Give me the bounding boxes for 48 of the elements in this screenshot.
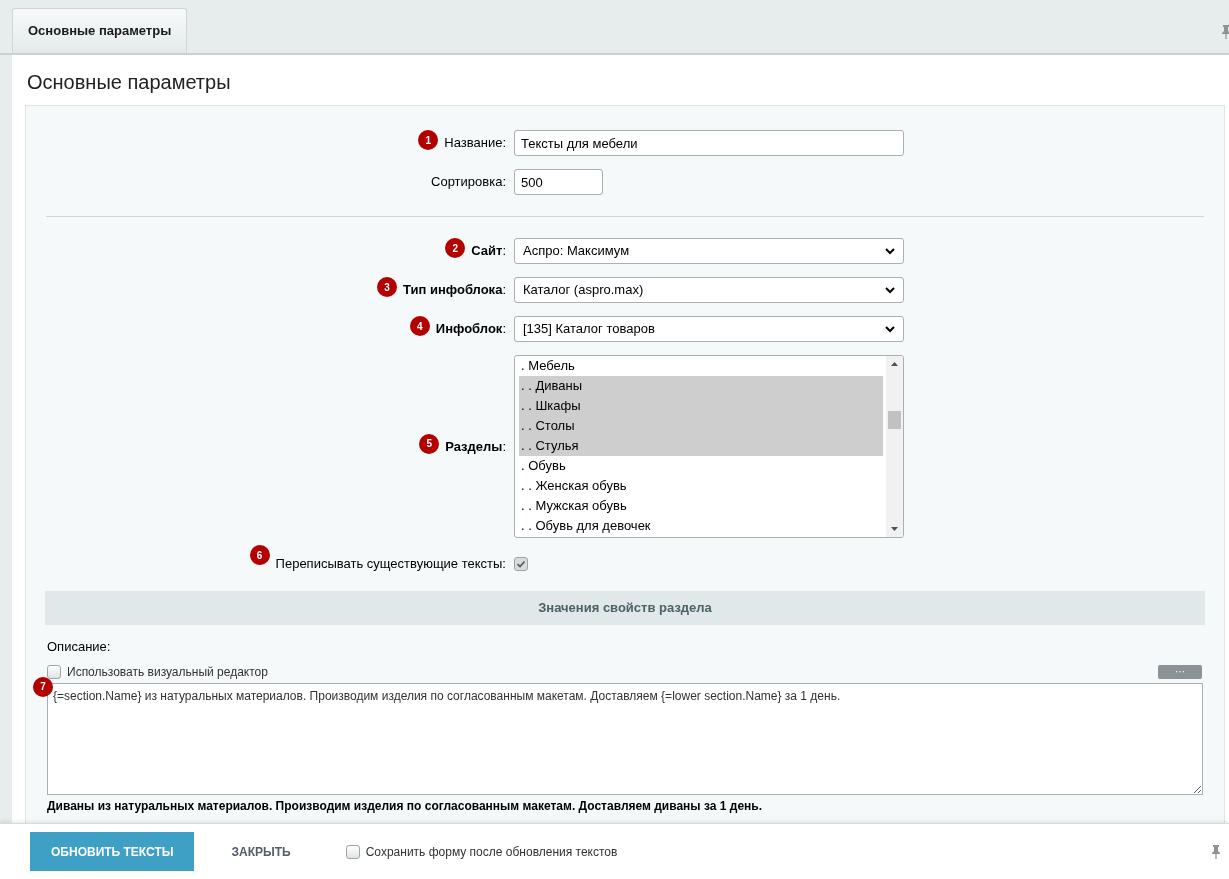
list-option[interactable]: . Обувь <box>519 456 883 476</box>
scrollbar-drawing[interactable] <box>886 356 903 537</box>
checkbox[interactable] <box>345 844 360 859</box>
chevron-down-icon <box>885 286 895 294</box>
checkbox-label: Сохранить форму после обновления текстов <box>365 843 618 861</box>
field-label: Тип инфоблока: <box>403 281 506 300</box>
field-label: Сайт: <box>471 242 506 261</box>
close-button[interactable]: ЗАКРЫТЬ <box>210 832 312 871</box>
checkbox[interactable] <box>514 557 528 571</box>
pin-icon[interactable] <box>1211 843 1221 860</box>
tab[interactable]: Основные параметры <box>12 8 188 53</box>
list-option[interactable]: . Мебель <box>519 356 883 376</box>
list-option[interactable]: . . Столы <box>519 416 883 436</box>
section-header: Значения свойств раздела <box>45 591 1205 625</box>
field-label: Название: <box>444 134 506 153</box>
pin-icon[interactable] <box>1221 24 1229 40</box>
checkmark-icon <box>516 559 526 569</box>
list-option[interactable]: . . Стулья <box>519 436 883 456</box>
list-option[interactable]: . . Обувь для девочек <box>519 516 883 536</box>
checkbox[interactable] <box>47 664 61 679</box>
number-marker: 4 <box>409 316 430 336</box>
text-field[interactable]: Тексты для мебели <box>514 130 904 156</box>
section-listbox[interactable]: . Мебель . . Диваны . . Шкафы . . Столы . . Стулья . Обувь . . Женская обувь . . Мужская обувь . . Обувь для девочек <box>514 355 904 538</box>
field-label: Разделы: <box>445 437 506 456</box>
field-label: Инфоблок: <box>435 320 506 339</box>
chevron-down-icon <box>885 247 895 255</box>
description-label: Описание: <box>47 638 112 656</box>
select-field[interactable]: [135] Каталог товаров <box>514 316 904 342</box>
list-option[interactable]: . . Мужская обувь <box>519 496 883 516</box>
text-field[interactable]: 500 <box>514 169 603 195</box>
checkbox-label: Использовать визуальный редактор <box>67 663 268 681</box>
list-option[interactable]: . . Диваны <box>519 376 883 396</box>
select-field[interactable]: Аспро: Максимум <box>514 238 904 264</box>
list-option[interactable]: . . Шкафы <box>519 396 883 416</box>
description-textarea[interactable]: {=section.Name} из натуральных материалов. Производим изделия по согласованным макетам. Доставляем {=lower section.Name} за 1 день. <box>47 682 1203 795</box>
preview-text: Диваны из натуральных материалов. Производим изделия по согласованным макетам. Доставляем диваны за 1 день. <box>47 797 764 815</box>
number-marker: 6 <box>249 545 270 565</box>
number-marker: 1 <box>418 130 439 150</box>
number-marker: 7 <box>33 676 53 697</box>
field-label: Сортировка: <box>431 173 506 192</box>
select-field[interactable]: Каталог (aspro.max) <box>514 277 904 303</box>
chevron-down-icon <box>885 325 895 333</box>
field-label: Переписывать существующие тексты: <box>275 555 506 574</box>
page-title: Основные параметры <box>26 70 232 95</box>
number-marker: 5 <box>419 433 440 454</box>
number-marker: 2 <box>445 238 466 258</box>
list-option[interactable]: . . Женская обувь <box>519 476 883 496</box>
number-marker: 3 <box>377 277 397 297</box>
